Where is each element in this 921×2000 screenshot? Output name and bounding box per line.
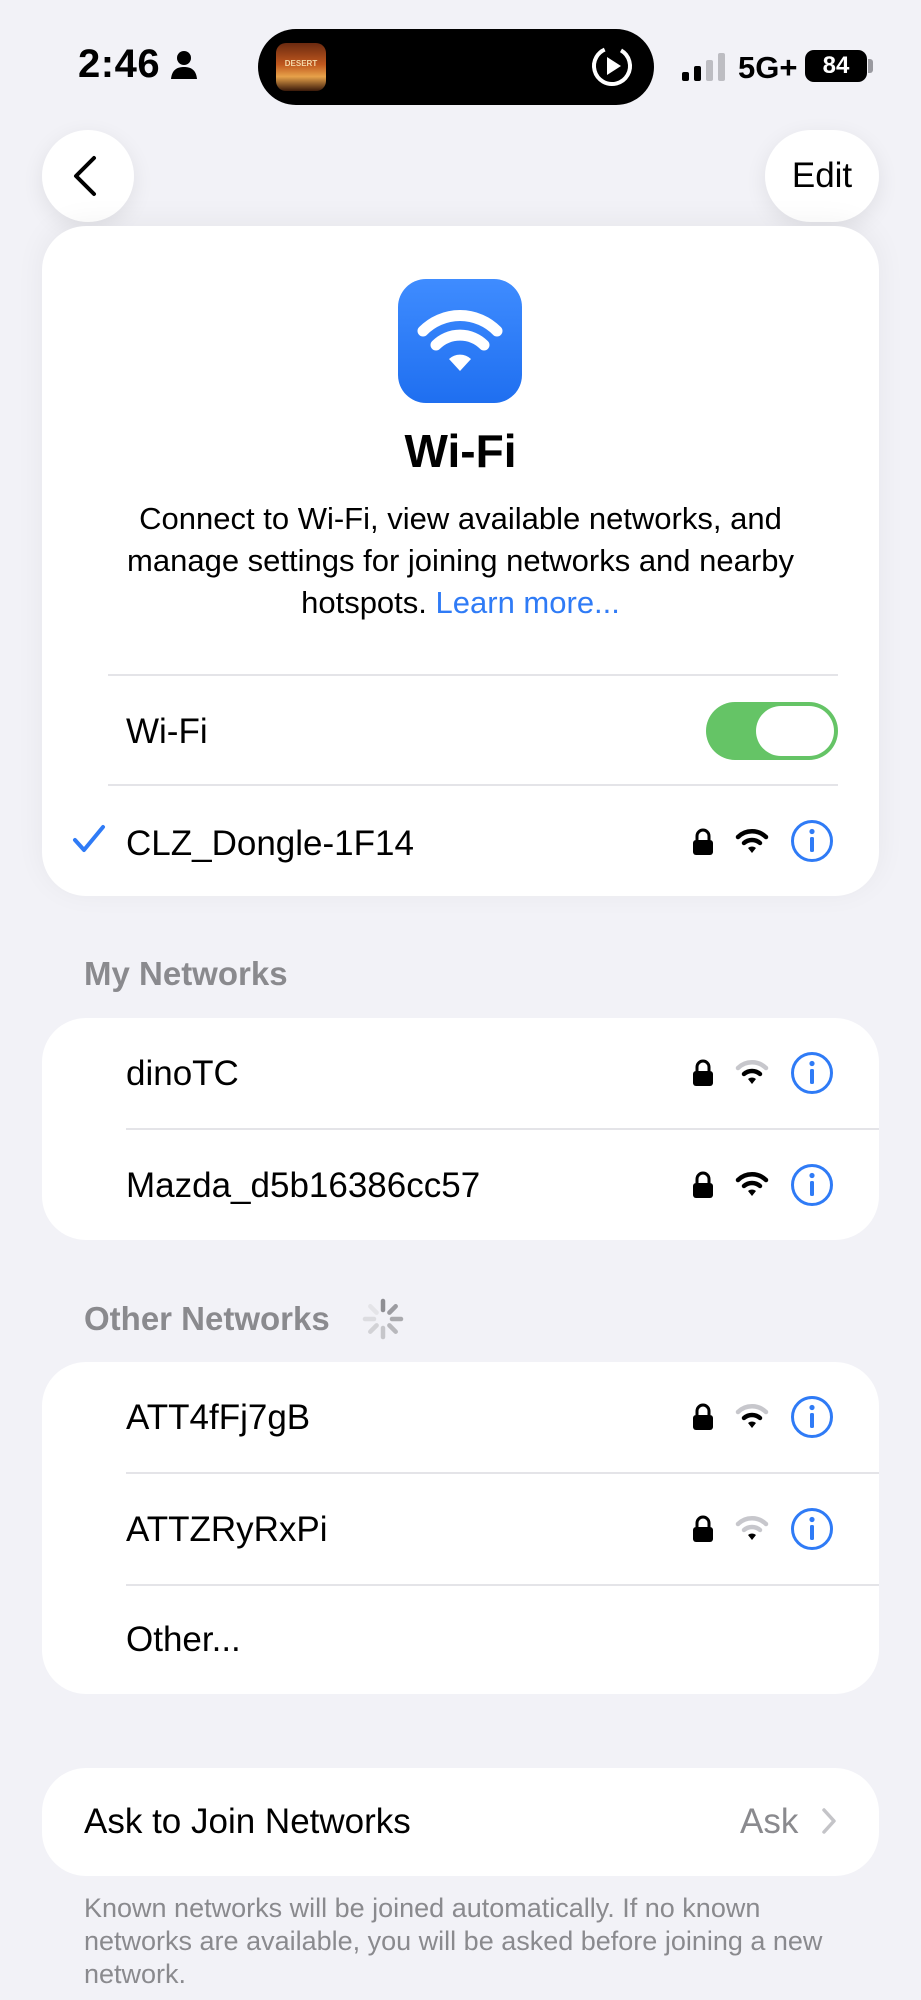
my-networks-list: dinoTC Mazda_d5b16386cc57	[42, 1018, 879, 1240]
connected-network-name: CLZ_Dongle-1F14	[126, 824, 414, 863]
wifi-signal-icon	[735, 829, 769, 853]
info-icon[interactable]	[790, 1507, 834, 1551]
toggle-knob	[756, 706, 834, 756]
network-row[interactable]: dinoTC	[42, 1018, 879, 1128]
wifi-overview-card: Wi-Fi Connect to Wi-Fi, view available n…	[42, 226, 879, 896]
learn-more-link[interactable]: Learn more...	[436, 585, 620, 620]
wifi-signal-icon	[735, 1516, 769, 1540]
status-time: 2:46	[78, 42, 161, 86]
network-row[interactable]: ATT4fFj7gB	[42, 1362, 879, 1472]
lock-icon	[693, 1403, 713, 1430]
other-networks-header: Other Networks	[84, 1300, 330, 1337]
chevron-right-icon	[822, 1808, 836, 1834]
wifi-signal-icon	[735, 1172, 769, 1196]
page-title: Wi-Fi	[404, 425, 517, 477]
info-icon[interactable]	[790, 819, 834, 863]
back-button[interactable]	[42, 130, 134, 222]
wifi-settings-icon	[398, 279, 522, 403]
wifi-signal-icon	[735, 1404, 769, 1428]
loading-spinner-icon	[362, 1298, 404, 1340]
other-network-row[interactable]: Other...	[42, 1586, 879, 1694]
cellular-signal-icon	[682, 53, 725, 81]
my-networks-header: My Networks	[84, 955, 288, 992]
info-icon[interactable]	[790, 1163, 834, 1207]
network-name: dinoTC	[126, 1054, 239, 1093]
person-icon	[171, 51, 197, 79]
network-row[interactable]: Mazda_d5b16386cc57	[42, 1130, 879, 1240]
info-icon[interactable]	[790, 1395, 834, 1439]
other-network-label: Other...	[126, 1620, 241, 1659]
network-type-label: 5G+	[738, 50, 798, 85]
battery-indicator: 84	[805, 50, 867, 82]
battery-tip	[868, 59, 873, 73]
wifi-signal-icon	[735, 1060, 769, 1084]
network-row[interactable]: ATTZRyRxPi	[42, 1474, 879, 1584]
now-playing-artwork[interactable]: DESERT	[276, 43, 326, 91]
wifi-toggle-switch[interactable]	[706, 702, 838, 760]
ask-to-join-value: Ask	[740, 1802, 799, 1841]
play-circle-icon[interactable]	[590, 44, 634, 88]
connected-network-row[interactable]: CLZ_Dongle-1F14	[42, 786, 879, 896]
wifi-toggle-label: Wi-Fi	[126, 712, 208, 751]
ask-to-join-row[interactable]: Ask to Join Networks Ask	[42, 1768, 879, 1876]
lock-icon	[693, 1171, 713, 1198]
edit-button[interactable]: Edit	[765, 130, 879, 222]
network-name: ATTZRyRxPi	[126, 1510, 328, 1549]
info-icon[interactable]	[790, 1051, 834, 1095]
artwork-text: DESERT	[284, 59, 318, 68]
checkmark-icon	[73, 825, 105, 852]
lock-icon	[693, 1515, 713, 1542]
network-name: ATT4fFj7gB	[126, 1398, 311, 1437]
ask-to-join-label: Ask to Join Networks	[84, 1802, 411, 1841]
network-name: Mazda_d5b16386cc57	[126, 1166, 481, 1205]
chevron-left-icon	[74, 156, 96, 196]
ask-to-join-footer: Known networks will be joined automatica…	[84, 1893, 823, 1989]
page-description: Connect to Wi-Fi, view available network…	[102, 498, 819, 624]
other-networks-list: ATT4fFj7gB ATTZRyRxPi Other...	[42, 1362, 879, 1694]
lock-icon	[693, 828, 713, 855]
lock-icon	[693, 1059, 713, 1086]
